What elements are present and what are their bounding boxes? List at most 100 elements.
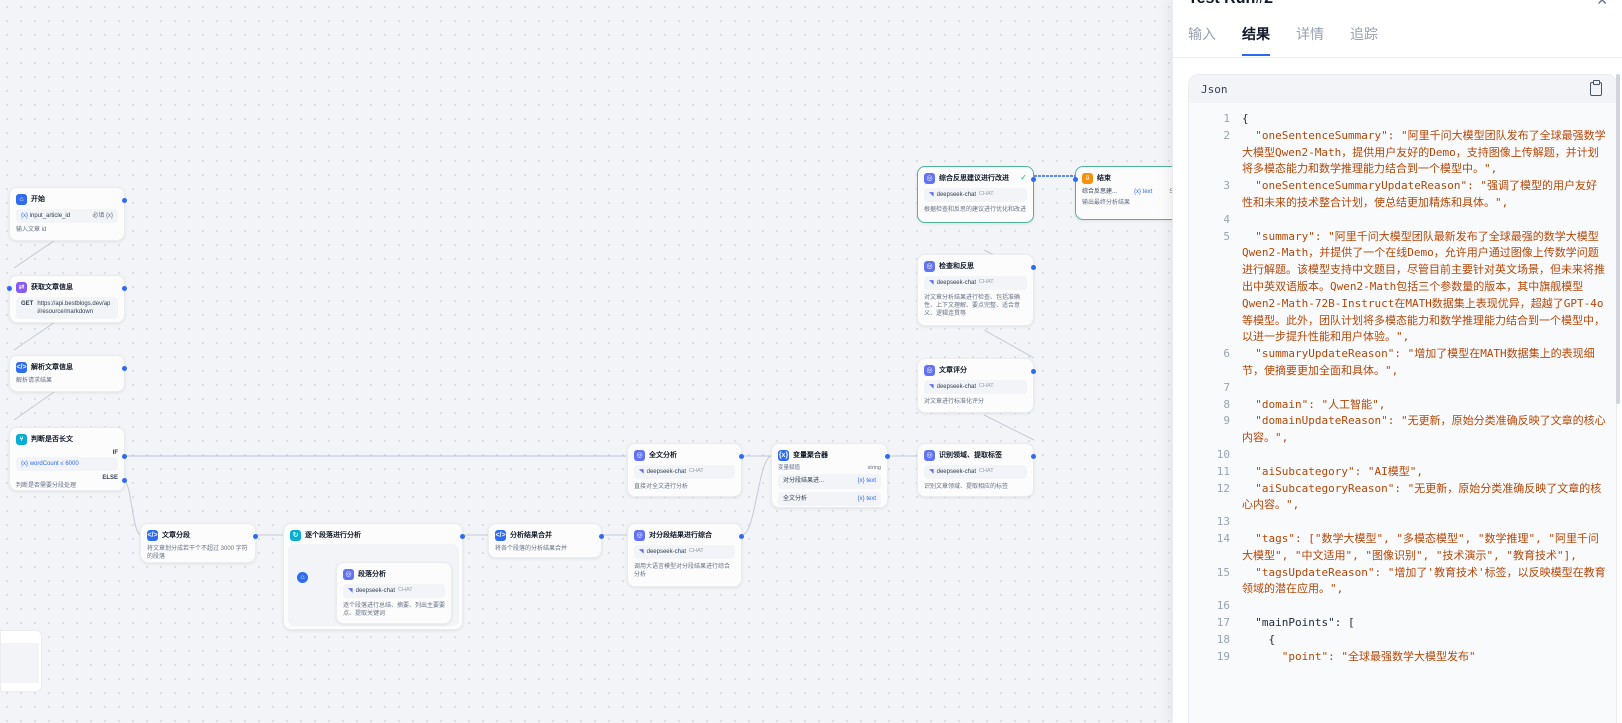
node-desc: 判断是否需要分段处理 [16, 483, 77, 490]
node-start[interactable]: ⌂ 开始 {x} input_article_id 必填 {x} 输入文章 id [9, 187, 127, 241]
line-number: 7 [1223, 380, 1230, 394]
node-variable-aggregator[interactable]: {x} 变量聚合器 变量赋值 string 对分段结果进... {x} text 全文… [771, 443, 890, 508]
llm-icon: ◎ [924, 450, 935, 461]
node-title: 逐个段落进行分析 [305, 531, 361, 539]
node-title: 解析文章信息 [31, 363, 73, 371]
line-number: 4 [1223, 212, 1230, 226]
code-line: 16 [1189, 598, 1608, 615]
node-desc: 逐个段落进行总结、摘要、列出主要要点、提取关键词 [343, 603, 446, 618]
json-result-viewer[interactable]: Json 1{2 "oneSentenceSummary": "阿里千问大模型团… [1188, 74, 1617, 723]
tab-result[interactable]: 结果 [1242, 24, 1270, 56]
node-desc: 直接对全文进行分析 [634, 484, 689, 491]
aggregator-row: 对分段结果进... {x} text [778, 474, 881, 489]
node-desc: 调用大语言模型对分段结果进行综合分析 [634, 564, 731, 579]
node-title: 检查和反思 [939, 262, 974, 270]
output-handle[interactable] [739, 534, 744, 539]
line-text: "domain": "人工智能", [1242, 397, 1386, 411]
node-improve[interactable]: ◎ 综合反思建议进行改进 ✓ ◥ deepseek-chat CHAT 根据检查和反思的… [917, 166, 1036, 223]
output-handle[interactable] [460, 534, 465, 539]
code-line: 5 "summary": "阿里千问大模型团队最新发布了全球最强的数学大模型Qw… [1189, 229, 1608, 347]
node-desc: 对文章分析结果进行检查、包括准确性、上下文理解、要点完整、适合意义、逻辑连贯等 [924, 295, 1021, 318]
model-selector[interactable]: ◥ deepseek-chat CHAT [924, 465, 1027, 480]
if-handle[interactable] [122, 454, 127, 459]
model-selector[interactable]: ◥ deepseek-chat CHAT [924, 276, 1027, 291]
llm-icon: ◎ [634, 530, 645, 541]
branch-condition: {x} wordCount ≤ 6000 [16, 457, 118, 472]
iteration-start-icon: ⌂ [297, 572, 308, 583]
node-title: 对分段结果进行综合 [649, 531, 712, 539]
line-number: 6 [1223, 347, 1230, 361]
node-full-analysis[interactable]: ◎ 全文分析 ◥ deepseek-chat CHAT 直接对全文进行分析 [627, 443, 744, 497]
node-segment-synthesis[interactable]: ◎ 对分段结果进行综合 ◥ deepseek-chat CHAT 调用大语言模型对分段… [627, 523, 744, 587]
json-code[interactable]: 1{2 "oneSentenceSummary": "阿里千问大模型团队发布了全… [1189, 103, 1616, 665]
line-number: 15 [1216, 565, 1230, 579]
node-article-score[interactable]: ◎ 文章评分 ◥ deepseek-chat CHAT 对文章进行标准化评分 [917, 358, 1036, 413]
tab-input[interactable]: 输入 [1188, 24, 1216, 56]
output-handle[interactable] [885, 454, 890, 459]
input-handle[interactable] [7, 286, 12, 291]
close-icon[interactable]: ✕ [1596, 0, 1608, 9]
output-handle[interactable] [122, 198, 127, 203]
node-desc: 对文章进行标准化评分 [924, 399, 985, 406]
else-handle[interactable] [122, 478, 127, 483]
line-text: "oneSentenceSummary": "阿里千问大模型团队发布了全球最强数… [1242, 128, 1606, 176]
output-handle[interactable] [1031, 369, 1036, 374]
line-text: "summaryUpdateReason": "增加了模型在MATH数据集上的表… [1242, 347, 1595, 377]
panel-scrollbar[interactable] [1616, 74, 1620, 404]
code-line: 6 "summaryUpdateReason": "增加了模型在MATH数据集上… [1189, 346, 1608, 380]
code-line: 7 [1189, 380, 1608, 397]
node-parse-article[interactable]: </> 解析文章信息 解析请求结果 [9, 355, 127, 392]
llm-icon: ◎ [924, 261, 935, 272]
node-desc: 输入文章 id [16, 227, 47, 234]
node-title: 文章分段 [162, 531, 190, 539]
node-title: 结束 [1097, 174, 1111, 182]
tab-trace[interactable]: 追踪 [1350, 24, 1378, 56]
minimap[interactable] [0, 630, 42, 692]
llm-icon: ◎ [924, 173, 935, 184]
model-selector[interactable]: ◥ deepseek-chat CHAT [634, 465, 735, 480]
branch-icon: ⑂ [16, 434, 27, 445]
node-fetch-article[interactable]: ⇄ 获取文章信息 GET https://api.bestblogs.dev/api… [7, 275, 127, 323]
output-handle[interactable] [122, 286, 127, 291]
input-handle[interactable] [1073, 177, 1078, 182]
clipboard-icon[interactable] [1590, 80, 1602, 96]
model-selector[interactable]: ◥ deepseek-chat CHAT [924, 188, 1027, 203]
output-handle[interactable] [122, 366, 127, 371]
node-review-reflect[interactable]: ◎ 检查和反思 ◥ deepseek-chat CHAT 对文章分析结果进行检查、包括… [917, 254, 1036, 326]
line-number: 13 [1216, 515, 1230, 529]
whale-icon: ◥ [929, 469, 934, 475]
model-selector[interactable]: ◥ deepseek-chat CHAT [924, 380, 1027, 395]
code-icon: </> [147, 530, 158, 541]
line-number: 12 [1216, 481, 1230, 495]
output-handle[interactable] [253, 534, 258, 539]
node-iteration[interactable]: ↻ 逐个段落进行分析 ⌂ ◎ 段落分析 ◥ deepseek-chat CHAT 逐个段… [283, 523, 465, 630]
line-text: "aiSubcategoryReason": "无更新，原始分类准确反映了文章的… [1242, 481, 1602, 512]
node-merge[interactable]: </> 分析结果合并 将各个段落的分析结果合并 [488, 523, 604, 558]
edge-segsum-aggr [741, 455, 773, 536]
whale-icon: ◥ [929, 384, 934, 390]
test-run-panel: Test Run#2 ✕ 输入 结果 详情 追踪 Json 1{2 "oneSe… [1172, 0, 1622, 723]
node-domain-tags[interactable]: ◎ 识别领域、提取标签 ◥ deepseek-chat CHAT 识别文章领域、提取相… [917, 443, 1036, 497]
tab-detail[interactable]: 详情 [1296, 24, 1324, 56]
node-split[interactable]: </> 文章分段 将文章划分成若干个不超过 3000 字符的段落 [140, 523, 258, 563]
code-line: 8 "domain": "人工智能", [1189, 397, 1608, 414]
node-title: 全文分析 [649, 451, 677, 459]
model-selector[interactable]: ◥ deepseek-chat CHAT [343, 584, 445, 599]
output-handle[interactable] [1031, 177, 1036, 182]
aggregator-group: 变量赋值 string [778, 465, 881, 471]
output-handle[interactable] [1031, 265, 1036, 270]
node-branch[interactable]: ⑂ 判断是否长文 IF {x} wordCount ≤ 6000 ELSE 判断是… [9, 427, 127, 491]
output-handle[interactable] [599, 534, 604, 539]
llm-icon: ◎ [634, 450, 645, 461]
output-handle[interactable] [739, 454, 744, 459]
model-selector[interactable]: ◥ deepseek-chat CHAT [634, 545, 735, 560]
node-desc: 解析请求结果 [16, 378, 53, 384]
workflow-canvas[interactable]: ⌂ 开始 {x} input_article_id 必填 {x} 输入文章 id ⇄… [0, 0, 1213, 723]
line-text: "tagsUpdateReason": "增加了'教育技术'标签，以反映模型在教… [1242, 565, 1606, 596]
llm-icon: ◎ [924, 365, 935, 376]
node-title: 变量聚合器 [793, 451, 828, 459]
node-title: 开始 [31, 195, 45, 203]
output-handle[interactable] [1031, 454, 1036, 459]
node-paragraph-analysis[interactable]: ◎ 段落分析 ◥ deepseek-chat CHAT 逐个段落进行总结、摘要、列出主… [336, 562, 452, 624]
node-desc: 根据检查和反思的建议进行优化和改进 [924, 207, 1027, 214]
